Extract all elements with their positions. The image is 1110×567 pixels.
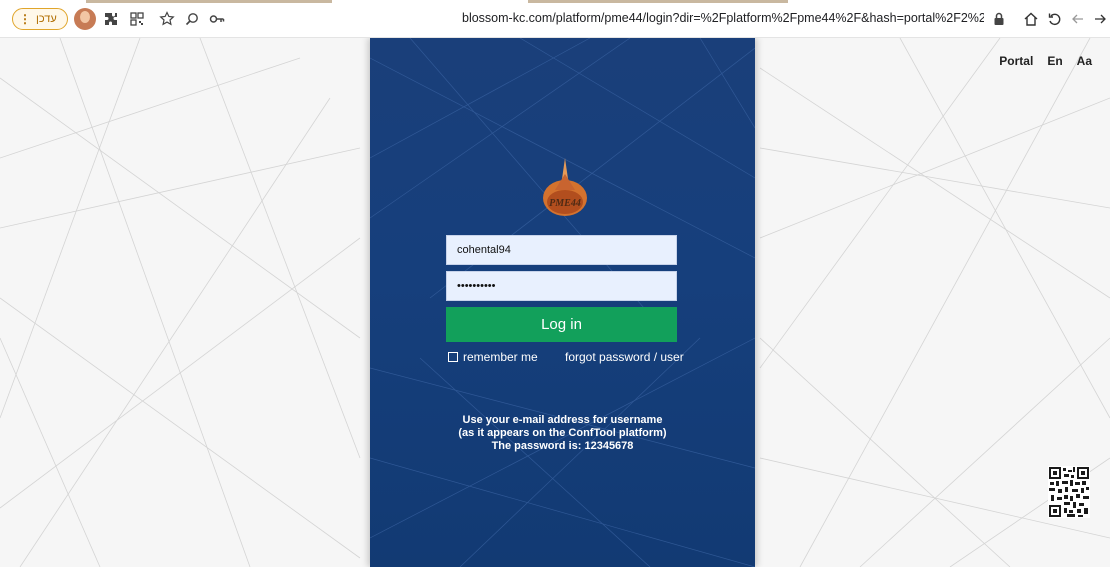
update-button[interactable]: ⋮ עדכן <box>12 8 68 30</box>
pme44-logo: PME44 <box>543 158 587 216</box>
password-input[interactable] <box>446 271 677 301</box>
language-link[interactable]: En <box>1047 54 1062 68</box>
home-icon[interactable] <box>1021 9 1041 29</box>
lock-icon[interactable] <box>989 9 1009 29</box>
profile-avatar[interactable] <box>74 8 96 30</box>
page-background: Portal En Aa PME44 cohental94 ••••••••••… <box>0 38 1110 567</box>
font-size-link[interactable]: Aa <box>1077 54 1092 68</box>
remember-me[interactable]: remember me <box>448 350 538 364</box>
instructions-line-3: The password is: 12345678 <box>491 440 634 452</box>
portal-link[interactable]: Portal <box>999 54 1033 68</box>
search-icon[interactable] <box>182 9 202 29</box>
qr-code-icon[interactable] <box>127 9 147 29</box>
decorative-lines-panel <box>370 38 755 567</box>
forgot-password-link[interactable]: forgot password / user <box>565 350 684 364</box>
menu-dots-icon: ⋮ <box>19 12 31 26</box>
logo-text: PME44 <box>549 198 581 209</box>
tab-strip-edge <box>528 0 788 3</box>
browser-toolbar: ⋮ עדכן blossom-kc.com/platform/pme44/log… <box>0 0 1110 38</box>
extensions-icon[interactable] <box>101 9 121 29</box>
password-key-icon[interactable] <box>207 9 227 29</box>
top-nav-links: Portal En Aa <box>999 54 1092 68</box>
instructions-line-1: Use your e-mail address for username <box>462 414 663 426</box>
bookmark-star-icon[interactable] <box>157 9 177 29</box>
update-label: עדכן <box>36 13 57 25</box>
login-panel: PME44 Log in remember me forgot password… <box>370 38 755 567</box>
forward-arrow-icon[interactable] <box>1068 9 1088 29</box>
login-button[interactable]: Log in <box>446 307 677 342</box>
qr-code-image <box>1048 466 1090 518</box>
remember-label: remember me <box>463 350 538 364</box>
tab-strip-edge <box>86 0 332 3</box>
login-instructions: Use your e-mail address for username (as… <box>370 414 755 453</box>
instructions-line-2: (as it appears on the ConfTool platform) <box>458 427 667 439</box>
back-arrow-icon[interactable] <box>1090 9 1110 29</box>
address-bar-url[interactable]: blossom-kc.com/platform/pme44/login?dir=… <box>462 11 984 27</box>
remember-checkbox[interactable] <box>448 352 458 362</box>
username-input[interactable] <box>446 235 677 265</box>
reload-icon[interactable] <box>1045 9 1065 29</box>
